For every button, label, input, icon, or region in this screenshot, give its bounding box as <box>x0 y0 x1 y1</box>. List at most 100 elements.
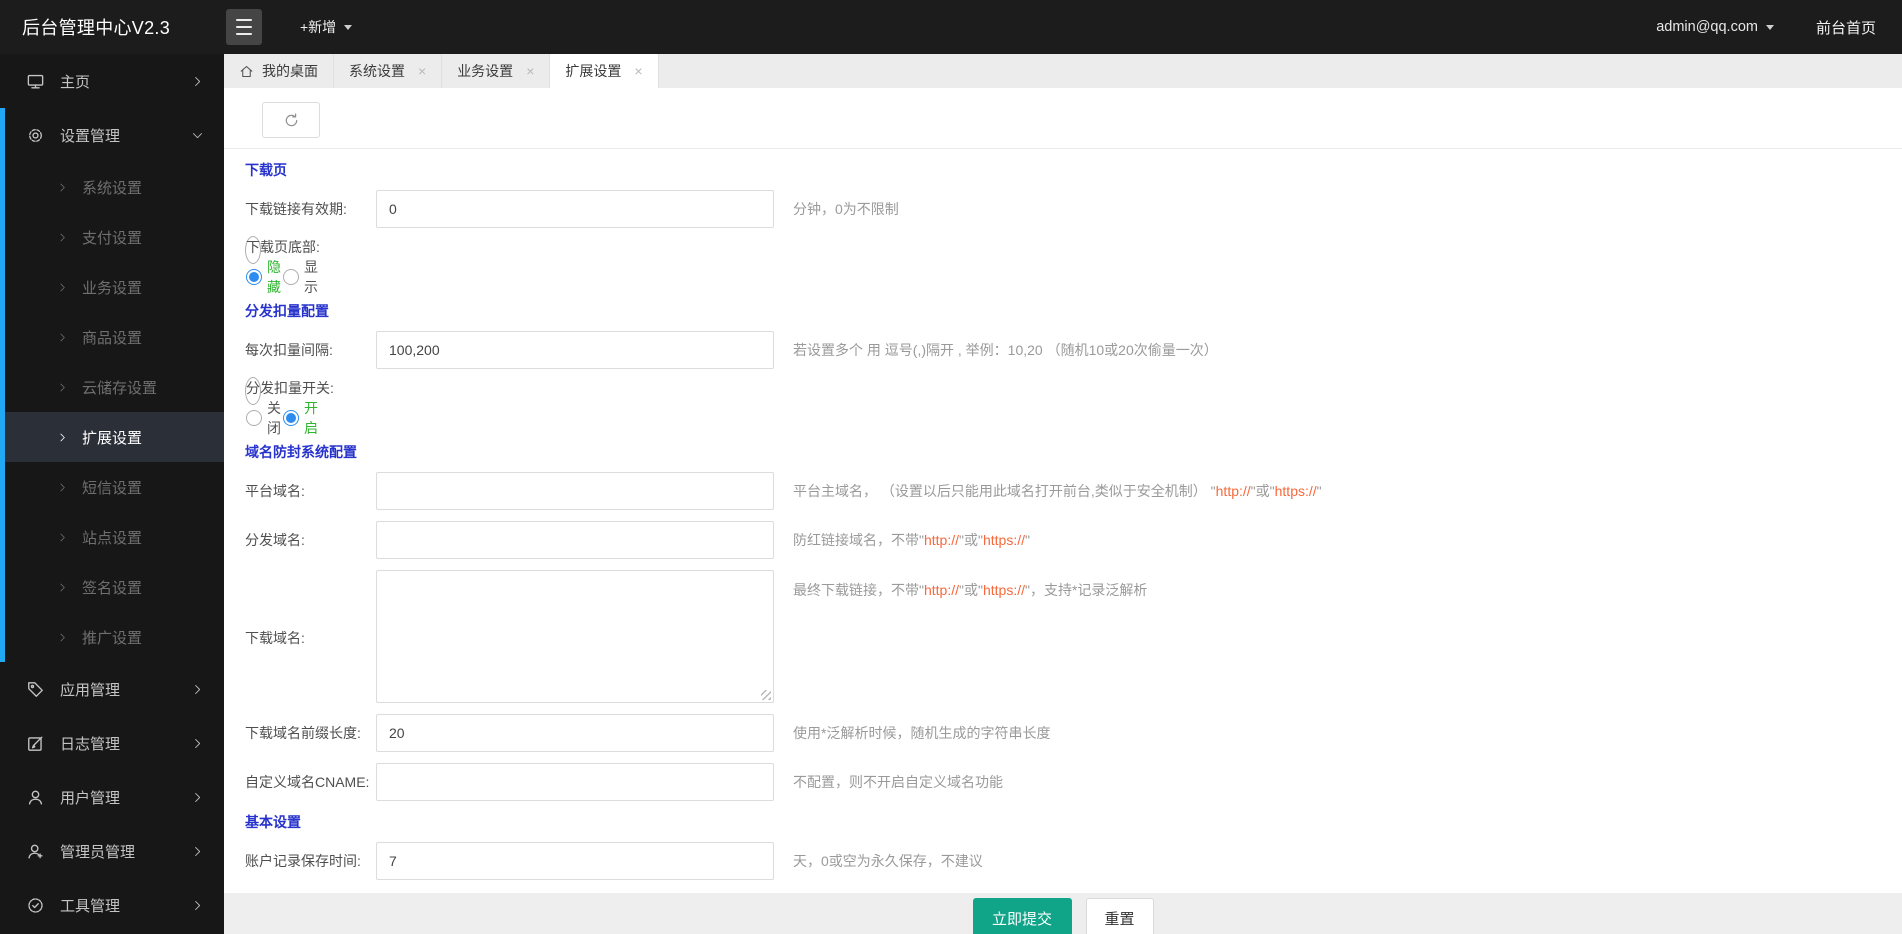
radio-option[interactable]: 显示 <box>283 257 318 297</box>
form-row: 分发域名: 防红链接域名，不带"http://"或"https://" <box>245 521 1902 559</box>
chevron-right-icon <box>57 582 68 593</box>
user-icon <box>26 788 45 807</box>
admin-icon <box>26 842 45 861</box>
hint-text: 平台主域名， （设置以后只能用此域名打开前台,类似于安全机制） " <box>793 483 1216 499</box>
sidebar-submenu-item[interactable]: 业务设置 <box>5 262 224 312</box>
sidebar-item-label: 主页 <box>60 73 91 91</box>
field-input[interactable] <box>376 190 774 228</box>
content-area: 下载页下载链接有效期: 分钟，0为不限制下载页底部: 隐藏显示分发扣量配置每次扣量间… <box>224 88 1902 893</box>
sidebar-submenu-item[interactable]: 商品设置 <box>5 312 224 362</box>
field-hint: 防红链接域名，不带"http://"或"https://" <box>793 530 1030 550</box>
tab-2[interactable]: 业务设置 × <box>442 54 551 88</box>
tab-3[interactable]: 扩展设置 × <box>550 54 659 88</box>
caret-down-icon <box>1765 24 1774 30</box>
form-row: 下载链接有效期: 分钟，0为不限制 <box>245 190 1902 228</box>
sidebar-group: 设置管理 系统设置 支付设置业务设置商品设置云储存设置扩展设置短信设置站点设置签名设… <box>0 108 224 662</box>
sidebar-item-label: 短信设置 <box>82 479 143 497</box>
form-row: 平台域名: 平台主域名， （设置以后只能用此域名打开前台,类似于安全机制） "ht… <box>245 472 1902 510</box>
sidebar-submenu-item[interactable]: 签名设置 <box>5 562 224 612</box>
radio-label: 显示 <box>304 259 318 295</box>
radio-icon <box>246 410 262 426</box>
section-title: 分发扣量配置 <box>245 303 329 319</box>
refresh-button[interactable] <box>262 102 320 138</box>
form-row: 自定义域名CNAME: 不配置，则不开启自定义域名功能 <box>245 763 1902 801</box>
chevron-right-icon <box>57 532 68 543</box>
sidebar-submenu-item[interactable]: 扩展设置 <box>5 412 224 462</box>
sidebar-toggle-button[interactable] <box>226 9 262 45</box>
close-icon[interactable]: × <box>526 64 534 78</box>
hint-text: " <box>1316 483 1322 499</box>
resize-grip-icon[interactable] <box>761 690 771 700</box>
main-area: 我的桌面 系统设置 × 业务设置 × 扩展设置 × 下载页下载链接有效期: 分钟，0为不限制下… <box>224 54 1902 934</box>
hint-text: " <box>1025 532 1030 548</box>
field-hint: 使用*泛解析时候，随机生成的字符串长度 <box>793 723 1050 743</box>
sidebar-submenu-item[interactable]: 系统设置 <box>5 162 224 212</box>
hint-text: http:// <box>1215 483 1251 499</box>
reset-button[interactable]: 重置 <box>1085 898 1154 934</box>
chevron-right-icon <box>57 632 68 643</box>
sidebar-menu-item[interactable]: 管理员管理 <box>0 824 224 878</box>
hint-text: 防红链接域名，不带" <box>793 532 924 548</box>
sidebar-menu-item[interactable]: 工具管理 <box>0 878 224 932</box>
close-icon[interactable]: × <box>634 64 642 78</box>
sidebar-menu-item[interactable]: 应用管理 <box>0 662 224 716</box>
sidebar-item-label: 扩展设置 <box>82 429 143 447</box>
field-label: 自定义域名CNAME: <box>245 774 370 790</box>
sidebar-item-label: 日志管理 <box>60 735 121 753</box>
app-title: 后台管理中心V2.3 <box>22 18 171 38</box>
chevron-right-icon <box>57 482 68 493</box>
field-label: 下载域名前缀长度: <box>245 725 361 741</box>
home-icon <box>239 64 254 79</box>
sidebar-menu-item[interactable]: 日志管理 <box>0 716 224 770</box>
hint-text: 不配置，则不开启自定义域名功能 <box>793 774 1003 790</box>
radio-option[interactable]: 开启 <box>283 398 318 438</box>
frontend-home-link[interactable]: 前台首页 <box>1816 17 1876 38</box>
refresh-icon <box>283 112 300 129</box>
user-menu[interactable]: admin@qq.com <box>1656 19 1774 35</box>
new-dropdown[interactable]: +新增 <box>300 17 353 37</box>
sidebar-item-label: 应用管理 <box>60 681 121 699</box>
page: { "header": { "title": "后台管理中心V2.3", "ne… <box>0 0 1902 934</box>
chevron-right-icon <box>57 382 68 393</box>
divider <box>224 148 1902 149</box>
field-input[interactable] <box>376 331 774 369</box>
sidebar-item-label: 云储存设置 <box>82 379 158 397</box>
new-dropdown-label: +新增 <box>300 19 337 35</box>
sidebar-submenu-item[interactable]: 云储存设置 <box>5 362 224 412</box>
field-input[interactable] <box>376 714 774 752</box>
field-hint: 天，0或空为永久保存，不建议 <box>793 851 983 871</box>
tab-0[interactable]: 我的桌面 <box>224 54 334 88</box>
sidebar-submenu-item[interactable]: 短信设置 <box>5 462 224 512</box>
field-textarea[interactable] <box>376 570 774 703</box>
submit-button[interactable]: 立即提交 <box>972 898 1072 934</box>
chevron-right-icon <box>191 75 204 88</box>
radio-option[interactable]: 隐藏 <box>246 257 281 297</box>
chevron-right-icon <box>191 791 204 804</box>
form-row: 账户记录保存时间: 天，0或空为永久保存，不建议 <box>245 842 1902 880</box>
field-label: 下载域名: <box>245 630 305 646</box>
sidebar-item-label: 站点设置 <box>82 529 143 547</box>
tool-icon <box>26 896 45 915</box>
sidebar-item-label: 业务设置 <box>82 279 143 297</box>
section-title: 下载页 <box>245 162 287 178</box>
sidebar-submenu-item[interactable]: 支付设置 <box>5 212 224 262</box>
sidebar-menu-item[interactable]: 设置管理 <box>5 108 224 162</box>
field-hint: 不配置，则不开启自定义域名功能 <box>793 772 1003 792</box>
sidebar-submenu-item[interactable]: 推广设置 <box>5 612 224 662</box>
field-input[interactable] <box>376 472 774 510</box>
sidebar-menu-item[interactable]: 用户管理 <box>0 770 224 824</box>
tab-1[interactable]: 系统设置 × <box>334 54 443 88</box>
field-input[interactable] <box>376 521 774 559</box>
sidebar-submenu-item[interactable]: 站点设置 <box>5 512 224 562</box>
hint-text: 天，0或空为永久保存，不建议 <box>793 853 983 869</box>
field-input[interactable] <box>376 842 774 880</box>
form-row: 分发扣量开关: 关闭 开启 <box>245 377 334 436</box>
sidebar-menu-item[interactable]: 主页 <box>0 54 224 108</box>
close-icon[interactable]: × <box>418 64 426 78</box>
radio-selected-icon <box>246 269 262 285</box>
field-input[interactable] <box>376 763 774 801</box>
chevron-right-icon <box>57 182 68 193</box>
radio-option[interactable]: 关闭 <box>246 398 281 438</box>
section-title: 域名防封系统配置 <box>245 444 357 460</box>
settings-form: 下载页下载链接有效期: 分钟，0为不限制下载页底部: 隐藏显示分发扣量配置每次扣量间… <box>224 161 1902 893</box>
